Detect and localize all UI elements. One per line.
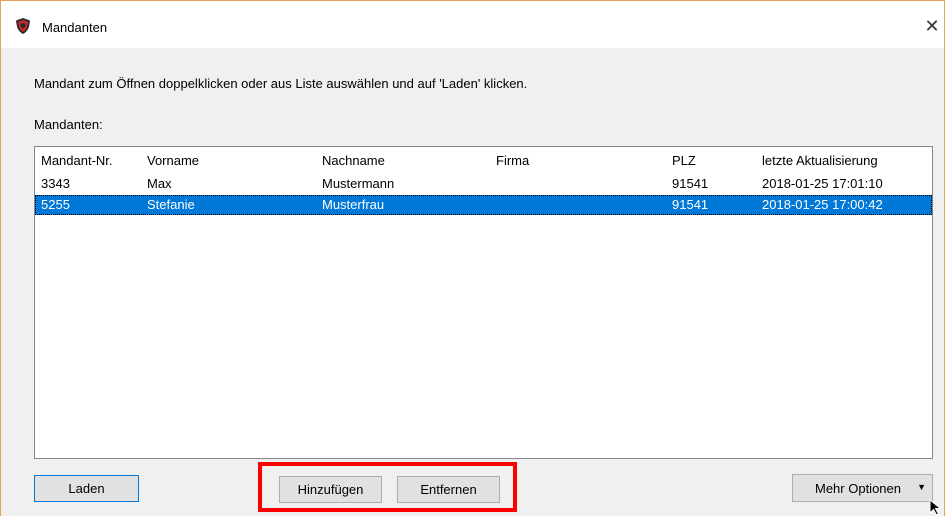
instructions-text: Mandant zum Öffnen doppelklicken oder au… [34,76,528,91]
cell-nachname: Mustermann [322,176,395,191]
column-header-letzte-aktualisierung[interactable]: letzte Aktualisierung [762,153,878,168]
mandanten-list[interactable]: Mandant-Nr. Vorname Nachname Firma PLZ l… [34,146,933,459]
mouse-pointer-icon [929,499,942,516]
cell-letzte-aktualisierung: 2018-01-25 17:01:10 [762,176,883,191]
list-label: Mandanten: [34,117,103,132]
load-button[interactable]: Laden [34,475,139,502]
add-button[interactable]: Hinzufügen [279,476,382,503]
column-header-vorname[interactable]: Vorname [147,153,199,168]
list-header: Mandant-Nr. Vorname Nachname Firma PLZ l… [35,147,932,173]
close-icon[interactable]: ✕ [920,13,944,39]
mandanten-dialog: Mandanten ✕ Mandant zum Öffnen doppelkli… [0,0,945,516]
cell-plz: 91541 [672,197,709,212]
remove-button[interactable]: Entfernen [397,476,500,503]
list-row-selected[interactable]: 5255 Stefanie Musterfrau 91541 2018-01-2… [35,195,932,215]
cell-vorname: Stefanie [147,197,195,212]
more-options-label: Mehr Optionen [815,480,901,496]
cell-letzte-aktualisierung: 2018-01-25 17:00:42 [762,197,883,212]
title-bar: Mandanten ✕ [1,1,944,48]
list-row[interactable]: 3343 Max Mustermann 91541 2018-01-25 17:… [35,174,932,194]
cell-mandant-nr: 5255 [41,197,70,212]
column-header-nachname[interactable]: Nachname [322,153,385,168]
more-options-button[interactable]: Mehr Optionen ▼ [792,474,933,502]
dropdown-arrow-icon: ▼ [917,482,926,492]
cell-vorname: Max [147,176,172,191]
cell-nachname: Musterfrau [322,197,385,212]
shield-app-icon [16,18,30,34]
cell-mandant-nr: 3343 [41,176,70,191]
column-header-plz[interactable]: PLZ [672,153,696,168]
cell-plz: 91541 [672,176,709,191]
window-title: Mandanten [42,20,108,35]
column-header-mandant-nr[interactable]: Mandant-Nr. [41,153,113,168]
column-header-firma[interactable]: Firma [496,153,529,168]
